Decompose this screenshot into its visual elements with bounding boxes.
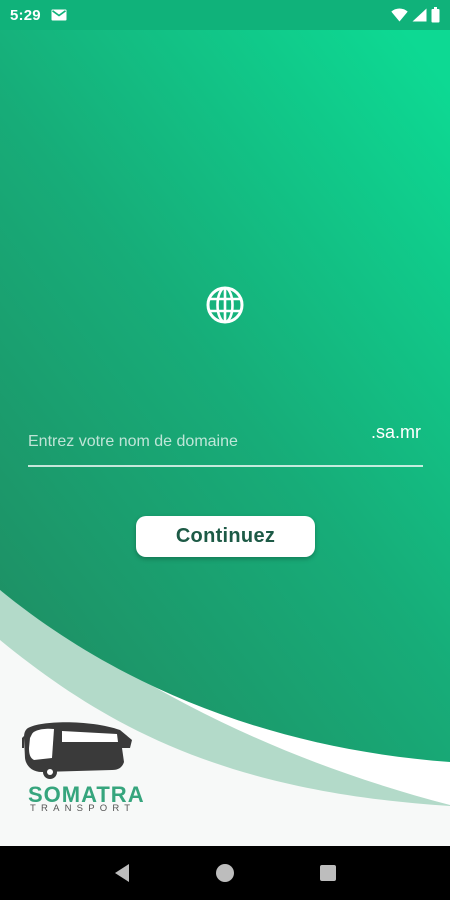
status-bar: 5:29 bbox=[0, 0, 450, 30]
logo-subtitle: TRANSPORT bbox=[30, 803, 136, 814]
somatra-logo: SOMATRA TRANSPORT bbox=[22, 718, 144, 818]
continue-button[interactable]: Continuez bbox=[136, 516, 315, 557]
battery-icon bbox=[431, 7, 440, 23]
recents-button[interactable] bbox=[308, 853, 348, 893]
domain-suffix: .sa.mr bbox=[370, 422, 421, 442]
recents-icon bbox=[320, 865, 337, 881]
domain-underline bbox=[28, 465, 423, 467]
status-time: 5:29 bbox=[10, 6, 41, 24]
globe-icon bbox=[206, 286, 244, 324]
mail-icon bbox=[51, 9, 67, 21]
back-icon bbox=[114, 864, 129, 882]
nav-bar bbox=[0, 846, 450, 900]
home-icon bbox=[215, 864, 234, 882]
bus-icon bbox=[22, 722, 132, 779]
back-button[interactable] bbox=[102, 853, 142, 893]
domain-field: .sa.mr bbox=[28, 418, 423, 468]
status-icons bbox=[391, 7, 440, 23]
home-button[interactable] bbox=[205, 853, 245, 893]
wifi-icon bbox=[391, 8, 408, 22]
signal-icon bbox=[412, 8, 427, 22]
domain-input[interactable] bbox=[28, 418, 358, 466]
app-screen: 5:29 Entrez votre nom de domaine .sa.mr … bbox=[0, 0, 450, 900]
